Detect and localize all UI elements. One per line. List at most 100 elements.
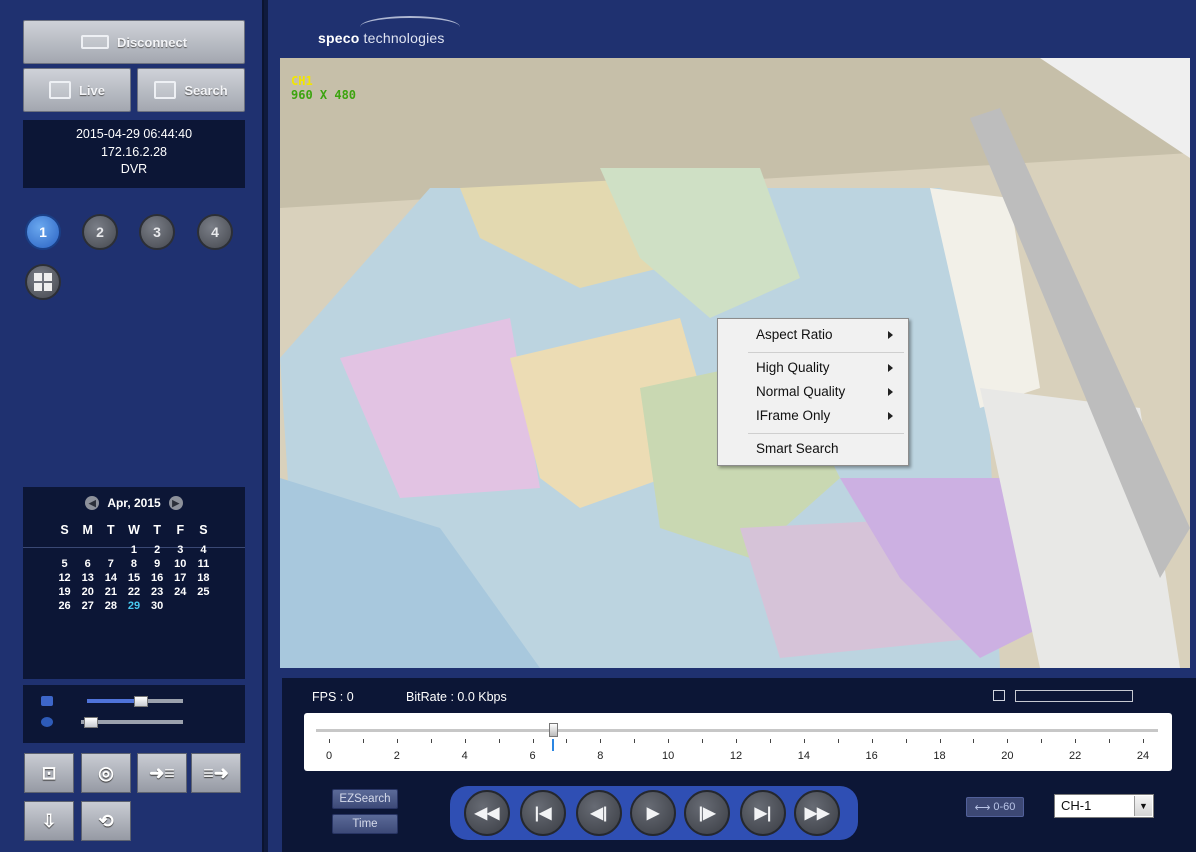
calendar: ◀ Apr, 2015 ▶ S M T W T F S 1 2 3 4 5 6 7 8 9 10 11 12 13 14… <box>23 487 245 679</box>
calendar-day[interactable]: 30 <box>146 600 169 612</box>
menu-item-iframe-only[interactable]: IFrame Only <box>718 405 908 427</box>
menu-separator <box>748 433 904 434</box>
calendar-day[interactable]: 25 <box>192 586 215 598</box>
calendar-day[interactable]: 3 <box>169 544 192 556</box>
quad-view-button[interactable] <box>25 264 61 300</box>
ezsearch-button[interactable]: EZSearch <box>332 789 398 809</box>
resolution-overlay: 960 X 480 <box>291 88 357 102</box>
fast-forward-button[interactable]: ▶▶ <box>794 790 840 836</box>
calendar-day[interactable]: 23 <box>146 586 169 598</box>
calendar-day[interactable]: 20 <box>76 586 99 598</box>
search-label: Search <box>184 82 228 98</box>
channel-2-button[interactable]: 2 <box>82 214 118 250</box>
search-icon <box>154 81 177 99</box>
calendar-day[interactable]: 8 <box>122 558 145 570</box>
timeline-label: 12 <box>729 750 743 762</box>
calendar-day[interactable]: 27 <box>76 600 99 612</box>
play-icon: ▶ <box>646 805 660 822</box>
import-icon: ➜≡ <box>149 762 175 783</box>
calendar-day[interactable]: 15 <box>122 572 145 584</box>
import-button[interactable]: ➜≡ <box>137 753 187 793</box>
fast-rewind-button[interactable]: ◀◀ <box>464 790 510 836</box>
timeline-label: 4 <box>461 750 468 762</box>
brand-logo: speco technologies <box>318 30 445 46</box>
timeline-tick <box>837 739 839 743</box>
prev-month-icon[interactable]: ◀ <box>85 496 100 510</box>
submenu-arrow-icon <box>888 412 893 420</box>
calendar-month: Apr, 2015 <box>107 496 161 510</box>
calendar-day[interactable]: 21 <box>99 586 122 598</box>
calendar-day[interactable]: 2 <box>146 544 169 556</box>
timeline-handle[interactable] <box>548 723 558 737</box>
disconnect-label: Disconnect <box>116 34 188 50</box>
disconnect-button[interactable]: Disconnect <box>23 20 245 64</box>
time-button[interactable]: Time <box>332 814 398 834</box>
menu-item-smart-search[interactable]: Smart Search <box>718 438 908 460</box>
menu-item-label: Aspect Ratio <box>756 327 833 342</box>
ezsearch-label: EZSearch <box>339 793 391 805</box>
live-button[interactable]: Live <box>23 68 131 112</box>
search-button[interactable]: Search <box>137 68 245 112</box>
calendar-day[interactable]: 5 <box>53 558 76 570</box>
timeline-tick <box>362 739 364 743</box>
timeline-label: 10 <box>662 750 675 762</box>
calendar-day[interactable]: 24 <box>169 586 192 598</box>
calendar-day[interactable]: 11 <box>192 558 215 570</box>
timeline-tick <box>973 739 975 743</box>
brand-rest: technologies <box>359 30 445 46</box>
volume-knob[interactable] <box>133 696 148 707</box>
timeline[interactable]: 0 2 4 6 8 10 12 14 16 18 20 22 24 <box>304 713 1172 771</box>
timeline-tick <box>1143 739 1144 743</box>
snapshot-button[interactable]: ⊡ <box>24 753 74 793</box>
skip-end-button[interactable]: ▶| <box>740 790 786 836</box>
info-datetime: 2015-04-29 06:44:40 <box>75 127 193 141</box>
calendar-day[interactable]: 10 <box>169 558 192 570</box>
timeline-position-marker <box>551 739 554 751</box>
calendar-day[interactable]: 26 <box>53 600 76 612</box>
step-back-button[interactable]: ◀| <box>576 790 622 836</box>
backup-button[interactable]: ◎ <box>81 753 131 793</box>
calendar-day[interactable]: 13 <box>76 572 99 584</box>
calendar-day[interactable]: 19 <box>53 586 76 598</box>
channel-4-button[interactable]: 4 <box>197 214 233 250</box>
timeline-tick <box>803 739 805 743</box>
calendar-day[interactable]: 17 <box>169 572 192 584</box>
submenu-arrow-icon <box>888 388 893 396</box>
menu-item-aspect-ratio[interactable]: Aspect Ratio <box>718 324 908 346</box>
calendar-day[interactable]: 28 <box>99 600 122 612</box>
timeline-tick <box>329 739 330 743</box>
calendar-day[interactable]: 9 <box>146 558 169 570</box>
export-button[interactable]: ≡➜ <box>191 753 241 793</box>
timeline-track <box>316 729 1158 732</box>
play-button[interactable]: ▶ <box>630 790 676 836</box>
calendar-day[interactable]: 22 <box>122 586 145 598</box>
menu-item-high-quality[interactable]: High Quality <box>718 357 908 379</box>
channel-3-button[interactable]: 3 <box>139 214 175 250</box>
playback-settings-button[interactable]: ⟲ <box>81 801 131 841</box>
calendar-day[interactable]: 14 <box>99 572 122 584</box>
download-button[interactable]: ⇩ <box>24 801 74 841</box>
menu-item-label: IFrame Only <box>756 408 831 423</box>
next-month-icon[interactable]: ▶ <box>168 496 183 510</box>
channel-select[interactable]: CH-1 ▼ <box>1054 794 1154 818</box>
time-label: Time <box>352 818 378 830</box>
info-device: DVR <box>120 162 148 176</box>
chevron-down-icon[interactable]: ▼ <box>1134 796 1152 816</box>
menu-item-normal-quality[interactable]: Normal Quality <box>718 381 908 403</box>
calendar-day[interactable]: 18 <box>192 572 215 584</box>
menu-item-label: Normal Quality <box>756 384 846 399</box>
weekday-header: F <box>176 523 185 537</box>
calendar-day[interactable]: 16 <box>146 572 169 584</box>
channel-1-button[interactable]: 1 <box>25 214 61 250</box>
calendar-day[interactable]: 12 <box>53 572 76 584</box>
timeline-tick <box>769 739 771 743</box>
calendar-day[interactable]: 1 <box>122 544 145 556</box>
skip-start-button[interactable]: |◀ <box>520 790 566 836</box>
zoom-knob[interactable] <box>84 717 99 728</box>
calendar-day[interactable]: 6 <box>76 558 99 570</box>
calendar-day[interactable]: 4 <box>192 544 215 556</box>
calendar-day[interactable]: 29 <box>122 600 145 612</box>
range-button[interactable]: ⟷ 0-60 <box>966 797 1024 817</box>
step-forward-button[interactable]: |▶ <box>684 790 730 836</box>
calendar-day[interactable]: 7 <box>99 558 122 570</box>
